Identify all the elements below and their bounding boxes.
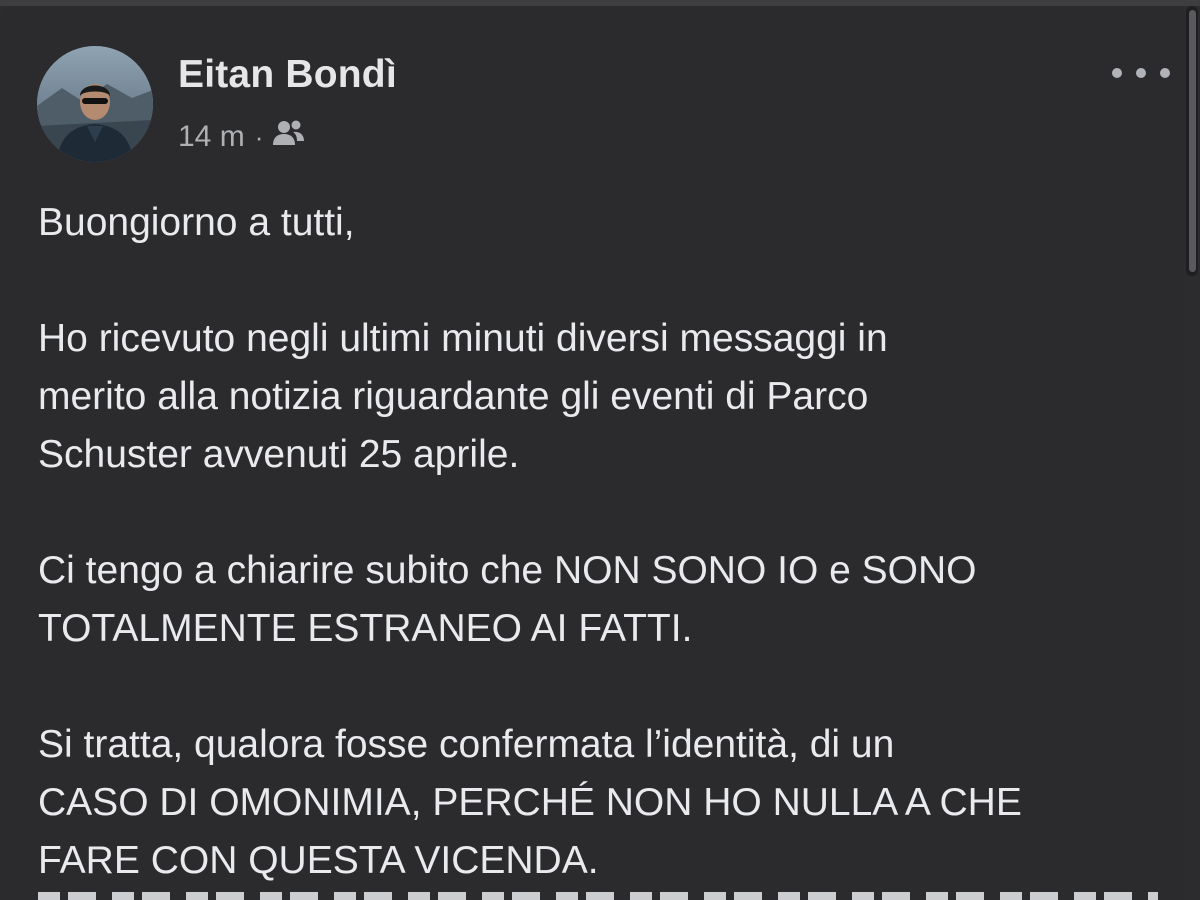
post-paragraph: Si tratta, qualora fosse confermata l’id… (38, 716, 1158, 890)
post-paragraph: Ci tengo a chiarire subito che NON SONO … (38, 542, 1158, 658)
truncated-next-line (38, 884, 1158, 900)
post-line: Si tratta, qualora fosse confermata l’id… (38, 723, 895, 766)
avatar-photo (37, 46, 153, 162)
post-line: FARE CON QUESTA VICENDA. (38, 839, 599, 882)
more-dots-icon[interactable] (1112, 62, 1170, 84)
post-timestamp[interactable]: 14 m (178, 120, 245, 154)
post-line: Ho ricevuto negli ultimi minuti diversi … (38, 317, 888, 360)
friends-icon[interactable] (271, 119, 305, 155)
avatar[interactable] (37, 46, 153, 162)
post-paragraph: Ho ricevuto negli ultimi minuti diversi … (38, 310, 1158, 484)
post-line: Schuster avvenuti 25 aprile. (38, 433, 520, 476)
post-line: Buongiorno a tutti, (38, 201, 355, 244)
post-body: Buongiorno a tutti, Ho ricevuto negli ul… (38, 194, 1158, 890)
post-card: Eitan Bondì 14 m · Buongiorno a tutti, H… (0, 6, 1184, 900)
author-name[interactable]: Eitan Bondì (178, 53, 397, 97)
post-line: TOTALMENTE ESTRANEO AI FATTI. (38, 607, 693, 650)
scrollbar-thumb[interactable] (1189, 10, 1196, 272)
meta-separator: · (254, 121, 264, 152)
post-line: Ci tengo a chiarire subito che NON SONO … (38, 549, 977, 592)
post-line: merito alla notizia riguardante gli even… (38, 375, 869, 418)
post-line: CASO DI OMONIMIA, PERCHÉ NON HO NULLA A … (38, 781, 1022, 824)
post-paragraph: Buongiorno a tutti, (38, 194, 1158, 252)
post-meta: 14 m · (178, 119, 305, 155)
